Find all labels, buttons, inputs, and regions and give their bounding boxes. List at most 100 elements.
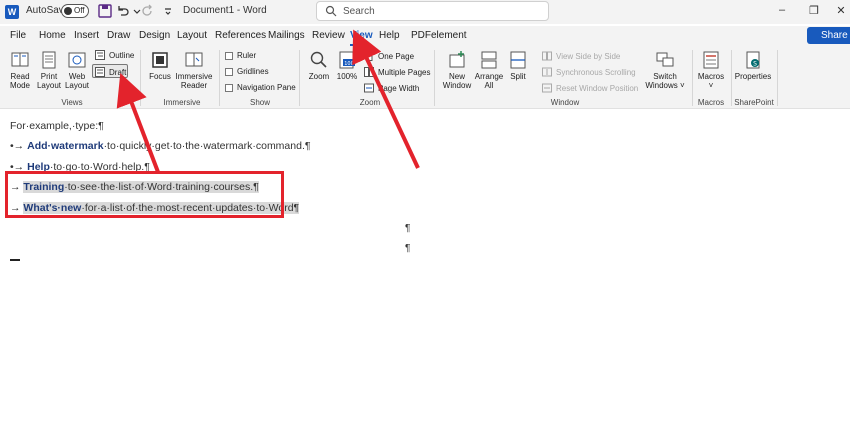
word-app-icon[interactable]: W: [5, 5, 19, 19]
multiple-pages-button[interactable]: Multiple Pages: [364, 67, 430, 77]
zoom-button[interactable]: Zoom: [306, 50, 332, 81]
gridlines-checkbox-box[interactable]: [225, 67, 233, 76]
switch-windows-icon: [656, 52, 674, 67]
switch-windows-label-2: Windows ˅: [645, 81, 685, 90]
outline-label: Outline: [109, 50, 135, 60]
group-separator: [299, 50, 300, 106]
list-item[interactable]: •→ Add·watermark·to·quickly·get·to·the·w…: [10, 140, 311, 152]
gridlines-checkbox[interactable]: Gridlines: [225, 67, 269, 76]
group-separator: [140, 50, 141, 106]
redo-icon[interactable]: [139, 3, 155, 19]
tab-design[interactable]: Design: [139, 30, 170, 41]
ribbon-tabs: File Home Insert Draw Design Layout Refe…: [0, 26, 850, 46]
synchronous-scrolling-button[interactable]: Synchronous Scrolling: [542, 67, 636, 77]
sharepoint-group-label: SharePoint: [734, 98, 774, 107]
view-side-by-side-button[interactable]: View Side by Side: [542, 51, 620, 61]
document-area[interactable]: For·example,·type:¶ •→ Add·watermark·to·…: [0, 110, 850, 422]
arrange-all-label-2: All: [484, 81, 494, 90]
close-icon[interactable]: ✕: [834, 4, 848, 17]
read-mode-label-2: Mode: [9, 81, 30, 90]
minimize-icon[interactable]: –: [775, 4, 789, 16]
list-item-keyword: Add·watermark: [27, 140, 104, 152]
zoom-100-label: 100%: [336, 72, 358, 81]
zoom-100-button[interactable]: 100 100%: [334, 50, 360, 81]
web-layout-label-2: Layout: [64, 81, 90, 90]
outline-button[interactable]: Outline: [95, 50, 134, 60]
print-layout-icon: [42, 51, 56, 69]
group-separator: [434, 50, 435, 106]
tab-insert[interactable]: Insert: [74, 30, 99, 41]
split-label: Split: [510, 72, 526, 81]
split-button[interactable]: Split: [506, 50, 530, 81]
split-icon: [510, 51, 526, 69]
synchronous-scrolling-label: Synchronous Scrolling: [556, 67, 636, 77]
navigation-pane-checkbox-box[interactable]: [225, 83, 233, 92]
group-separator: [692, 50, 693, 106]
bullet-marker: •→: [10, 140, 25, 152]
reset-window-position-button[interactable]: Reset Window Position: [542, 83, 638, 93]
macros-dropdown-icon: ˅: [708, 81, 714, 90]
side-by-side-icon: [542, 51, 552, 61]
tab-mailings[interactable]: Mailings: [268, 30, 305, 41]
group-separator: [219, 50, 220, 106]
document-title: Document1 - Word: [183, 5, 267, 16]
tab-pdfelement[interactable]: PDFelement: [411, 30, 467, 41]
share-button[interactable]: Share: [807, 27, 850, 44]
synchronous-scrolling-icon: [542, 67, 552, 77]
magnifier-icon: [310, 51, 327, 68]
immersive-reader-label-2: Reader: [180, 81, 208, 90]
web-layout-icon: [68, 52, 86, 68]
properties-label: Properties: [734, 72, 772, 81]
one-page-button[interactable]: One Page: [364, 51, 414, 61]
macros-icon: [703, 51, 719, 69]
macros-button[interactable]: Macros ˅: [697, 50, 725, 90]
switch-windows-button[interactable]: Switch Windows ˅: [645, 50, 685, 90]
zoom-group-label: Zoom: [359, 98, 381, 107]
macros-label: Macros: [697, 72, 725, 81]
draft-button[interactable]: Draft: [95, 67, 126, 77]
switch-windows-label-1: Switch: [653, 72, 677, 81]
focus-button[interactable]: Focus: [148, 50, 172, 81]
tab-review[interactable]: Review: [312, 30, 345, 41]
print-layout-button[interactable]: Print Layout: [35, 50, 63, 90]
tab-view[interactable]: View: [350, 30, 373, 41]
new-window-icon: [449, 51, 465, 68]
search-placeholder: Search: [343, 6, 375, 17]
zoom-100-icon: 100: [339, 51, 355, 69]
search-box[interactable]: Search: [316, 1, 549, 21]
ruler-checkbox[interactable]: Ruler: [225, 51, 256, 60]
arrange-all-button[interactable]: Arrange All: [474, 50, 504, 90]
tab-layout[interactable]: Layout: [177, 30, 207, 41]
properties-button[interactable]: S Properties: [734, 50, 772, 81]
tab-references[interactable]: References: [215, 30, 266, 41]
tab-home[interactable]: Home: [39, 30, 66, 41]
read-mode-button[interactable]: Read Mode: [6, 50, 34, 90]
reset-window-position-label: Reset Window Position: [556, 83, 639, 93]
immersive-reader-icon: [185, 52, 203, 67]
page-width-icon: [364, 83, 374, 93]
new-window-button[interactable]: New Window: [440, 50, 474, 90]
customize-toolbar-icon[interactable]: [160, 3, 176, 19]
save-icon[interactable]: [97, 3, 113, 19]
page-width-label: Page Width: [378, 83, 420, 93]
tab-draw[interactable]: Draw: [107, 30, 130, 41]
immersive-reader-button[interactable]: Immersive Reader: [174, 50, 214, 90]
tab-help[interactable]: Help: [379, 30, 400, 41]
window-group-label: Window: [550, 98, 580, 107]
views-group-label: Views: [61, 98, 83, 107]
tab-file[interactable]: File: [10, 30, 26, 41]
page-width-button[interactable]: Page Width: [364, 83, 419, 93]
autosave-toggle[interactable]: Off: [61, 4, 89, 18]
intro-paragraph[interactable]: For·example,·type:¶: [10, 120, 104, 132]
share-label: Share: [821, 30, 848, 41]
web-layout-button[interactable]: Web Layout: [63, 50, 91, 90]
immersive-reader-label-1: Immersive: [175, 72, 213, 81]
navigation-pane-checkbox[interactable]: Navigation Pane: [225, 83, 296, 92]
group-separator: [777, 50, 778, 106]
ruler-checkbox-box[interactable]: [225, 51, 233, 60]
web-layout-label-1: Web: [68, 72, 86, 81]
outline-icon: [95, 50, 105, 60]
arrange-all-label-1: Arrange: [474, 72, 504, 81]
new-window-label-2: Window: [442, 81, 472, 90]
restore-icon[interactable]: ❐: [807, 4, 821, 17]
